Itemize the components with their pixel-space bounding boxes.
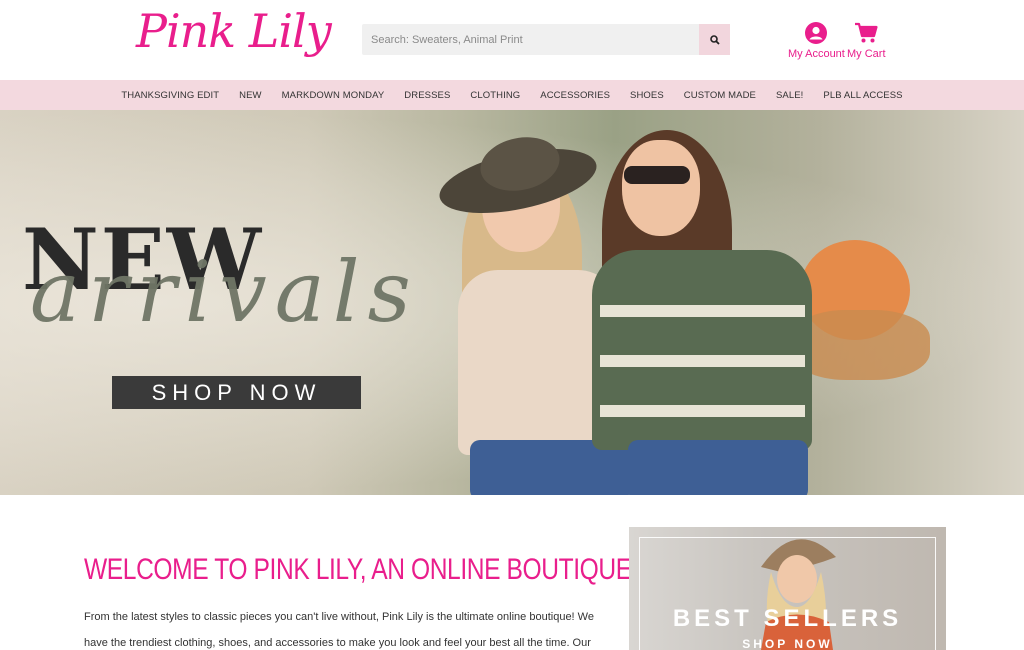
model-hat-left <box>439 137 597 214</box>
hero-title-arrivals: arrivals <box>30 243 419 341</box>
promo-frame <box>639 537 936 650</box>
best-sellers-shop-now[interactable]: SHOP NOW <box>629 637 946 650</box>
model-sweater-right <box>592 250 812 450</box>
model-face-right <box>622 140 700 236</box>
sweater-stripe <box>600 305 805 317</box>
site-logo[interactable]: Pink Lily <box>136 4 332 58</box>
nav-item-markdown-monday[interactable]: MARKDOWN MONDAY <box>272 90 395 101</box>
welcome-heading: WELCOME TO PINK LILY, AN ONLINE BOUTIQUE… <box>84 553 639 586</box>
model-jeans-right <box>628 440 808 495</box>
nav-item-thanksgiving-edit[interactable]: THANKSGIVING EDIT <box>111 90 229 101</box>
cart-icon <box>855 22 878 43</box>
nav-item-dresses[interactable]: DRESSES <box>394 90 460 101</box>
my-account-label: My Account <box>788 48 845 60</box>
site-header: Pink Lily My Account My Cart <box>0 0 1024 80</box>
nav-item-new[interactable]: NEW <box>229 90 271 101</box>
my-account-link[interactable]: My Account <box>788 22 845 60</box>
hero-shop-now-button[interactable]: SHOP NOW <box>112 376 361 409</box>
nav-item-clothing[interactable]: CLOTHING <box>460 90 530 101</box>
best-sellers-title: BEST SELLERS <box>672 605 903 632</box>
nav-item-accessories[interactable]: ACCESSORIES <box>530 90 620 101</box>
my-cart-link[interactable]: My Cart <box>847 22 886 60</box>
nav-item-plb-all-access[interactable]: PLB ALL ACCESS <box>813 90 912 101</box>
welcome-paragraph: From the latest styles to classic pieces… <box>84 611 594 649</box>
search-input[interactable] <box>362 24 698 55</box>
sweater-stripe <box>600 355 805 367</box>
sunglasses-right <box>624 166 690 184</box>
search-bar <box>362 24 730 55</box>
user-icon <box>805 22 828 44</box>
nav-item-sale[interactable]: SALE! <box>766 90 813 101</box>
nav-item-shoes[interactable]: SHOES <box>620 90 674 101</box>
best-sellers-promo[interactable]: BEST SELLERS SHOP NOW <box>629 527 946 650</box>
main-nav: THANKSGIVING EDIT NEW MARKDOWN MONDAY DR… <box>0 80 1024 110</box>
hero-banner[interactable]: NEW arrivals SHOP NOW <box>0 110 1024 495</box>
search-icon <box>709 34 720 45</box>
sweater-stripe <box>600 405 805 417</box>
my-cart-label: My Cart <box>847 48 886 60</box>
nav-item-custom-made[interactable]: CUSTOM MADE <box>674 90 766 101</box>
search-button[interactable] <box>699 24 730 55</box>
